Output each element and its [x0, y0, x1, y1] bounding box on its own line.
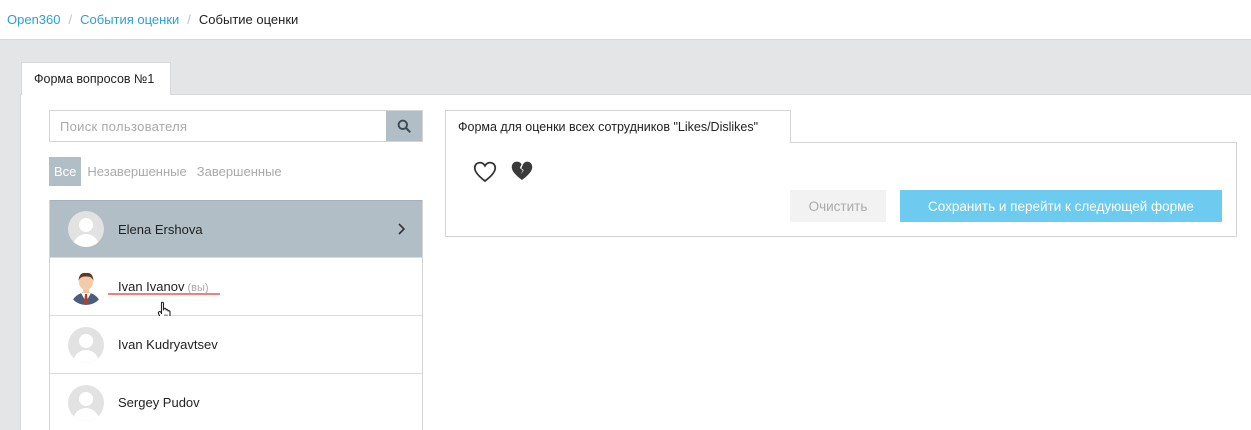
broken-heart-icon[interactable]	[510, 160, 534, 182]
breadcrumb: Open360 / События оценки / Событие оценк…	[0, 0, 1251, 40]
chevron-right-icon	[398, 223, 406, 235]
clear-button[interactable]: Очистить	[790, 190, 886, 222]
user-name: Sergey Pudov	[118, 395, 200, 410]
breadcrumb-current: Событие оценки	[198, 12, 299, 27]
user-name-text: Ivan Ivanov	[118, 279, 185, 294]
avatar	[68, 211, 104, 247]
avatar	[68, 268, 104, 305]
status-filters: Все Незавершенные Завершенные	[49, 157, 287, 186]
user-row-sergey-pudov[interactable]: Sergey Pudov	[50, 374, 422, 430]
search-input[interactable]	[50, 111, 387, 141]
save-and-next-button[interactable]: Сохранить и перейти к следующей форме	[900, 190, 1222, 222]
avatar	[68, 326, 104, 363]
search-button[interactable]	[386, 111, 422, 141]
user-name: Ivan Ivanov (вы)	[118, 279, 209, 294]
tab-likes-dislikes-form[interactable]: Форма для оценки всех сотрудников "Likes…	[445, 110, 791, 143]
avatar	[68, 384, 104, 421]
breadcrumb-link-home[interactable]: Open360	[7, 12, 61, 27]
filter-complete[interactable]: Завершенные	[192, 157, 287, 186]
breadcrumb-separator: /	[68, 12, 73, 27]
user-row-ivan-ivanov[interactable]: Ivan Ivanov (вы)	[50, 258, 422, 321]
hover-underline	[108, 293, 220, 295]
user-name: Elena Ershova	[118, 221, 203, 237]
breadcrumb-separator: /	[187, 12, 191, 27]
form-content: Очистить Сохранить и перейти к следующей…	[445, 142, 1237, 237]
search-icon	[397, 119, 411, 133]
tab-question-form[interactable]: Форма вопросов №1	[21, 62, 171, 95]
heart-outline-icon[interactable]	[473, 161, 497, 183]
user-row-ivan-kudryavtsev[interactable]: Ivan Kudryavtsev	[50, 316, 422, 374]
user-name: Ivan Kudryavtsev	[118, 337, 218, 352]
filter-incomplete[interactable]: Незавершенные	[82, 157, 191, 186]
user-search	[49, 110, 423, 142]
user-row-elena-ershova[interactable]: Elena Ershova	[50, 200, 422, 258]
user-list: Elena Ershova Ivan Ivanov (вы) Ivan Kudr…	[49, 200, 423, 430]
filter-all[interactable]: Все	[49, 157, 82, 186]
breadcrumb-link-events[interactable]: События оценки	[80, 12, 179, 27]
